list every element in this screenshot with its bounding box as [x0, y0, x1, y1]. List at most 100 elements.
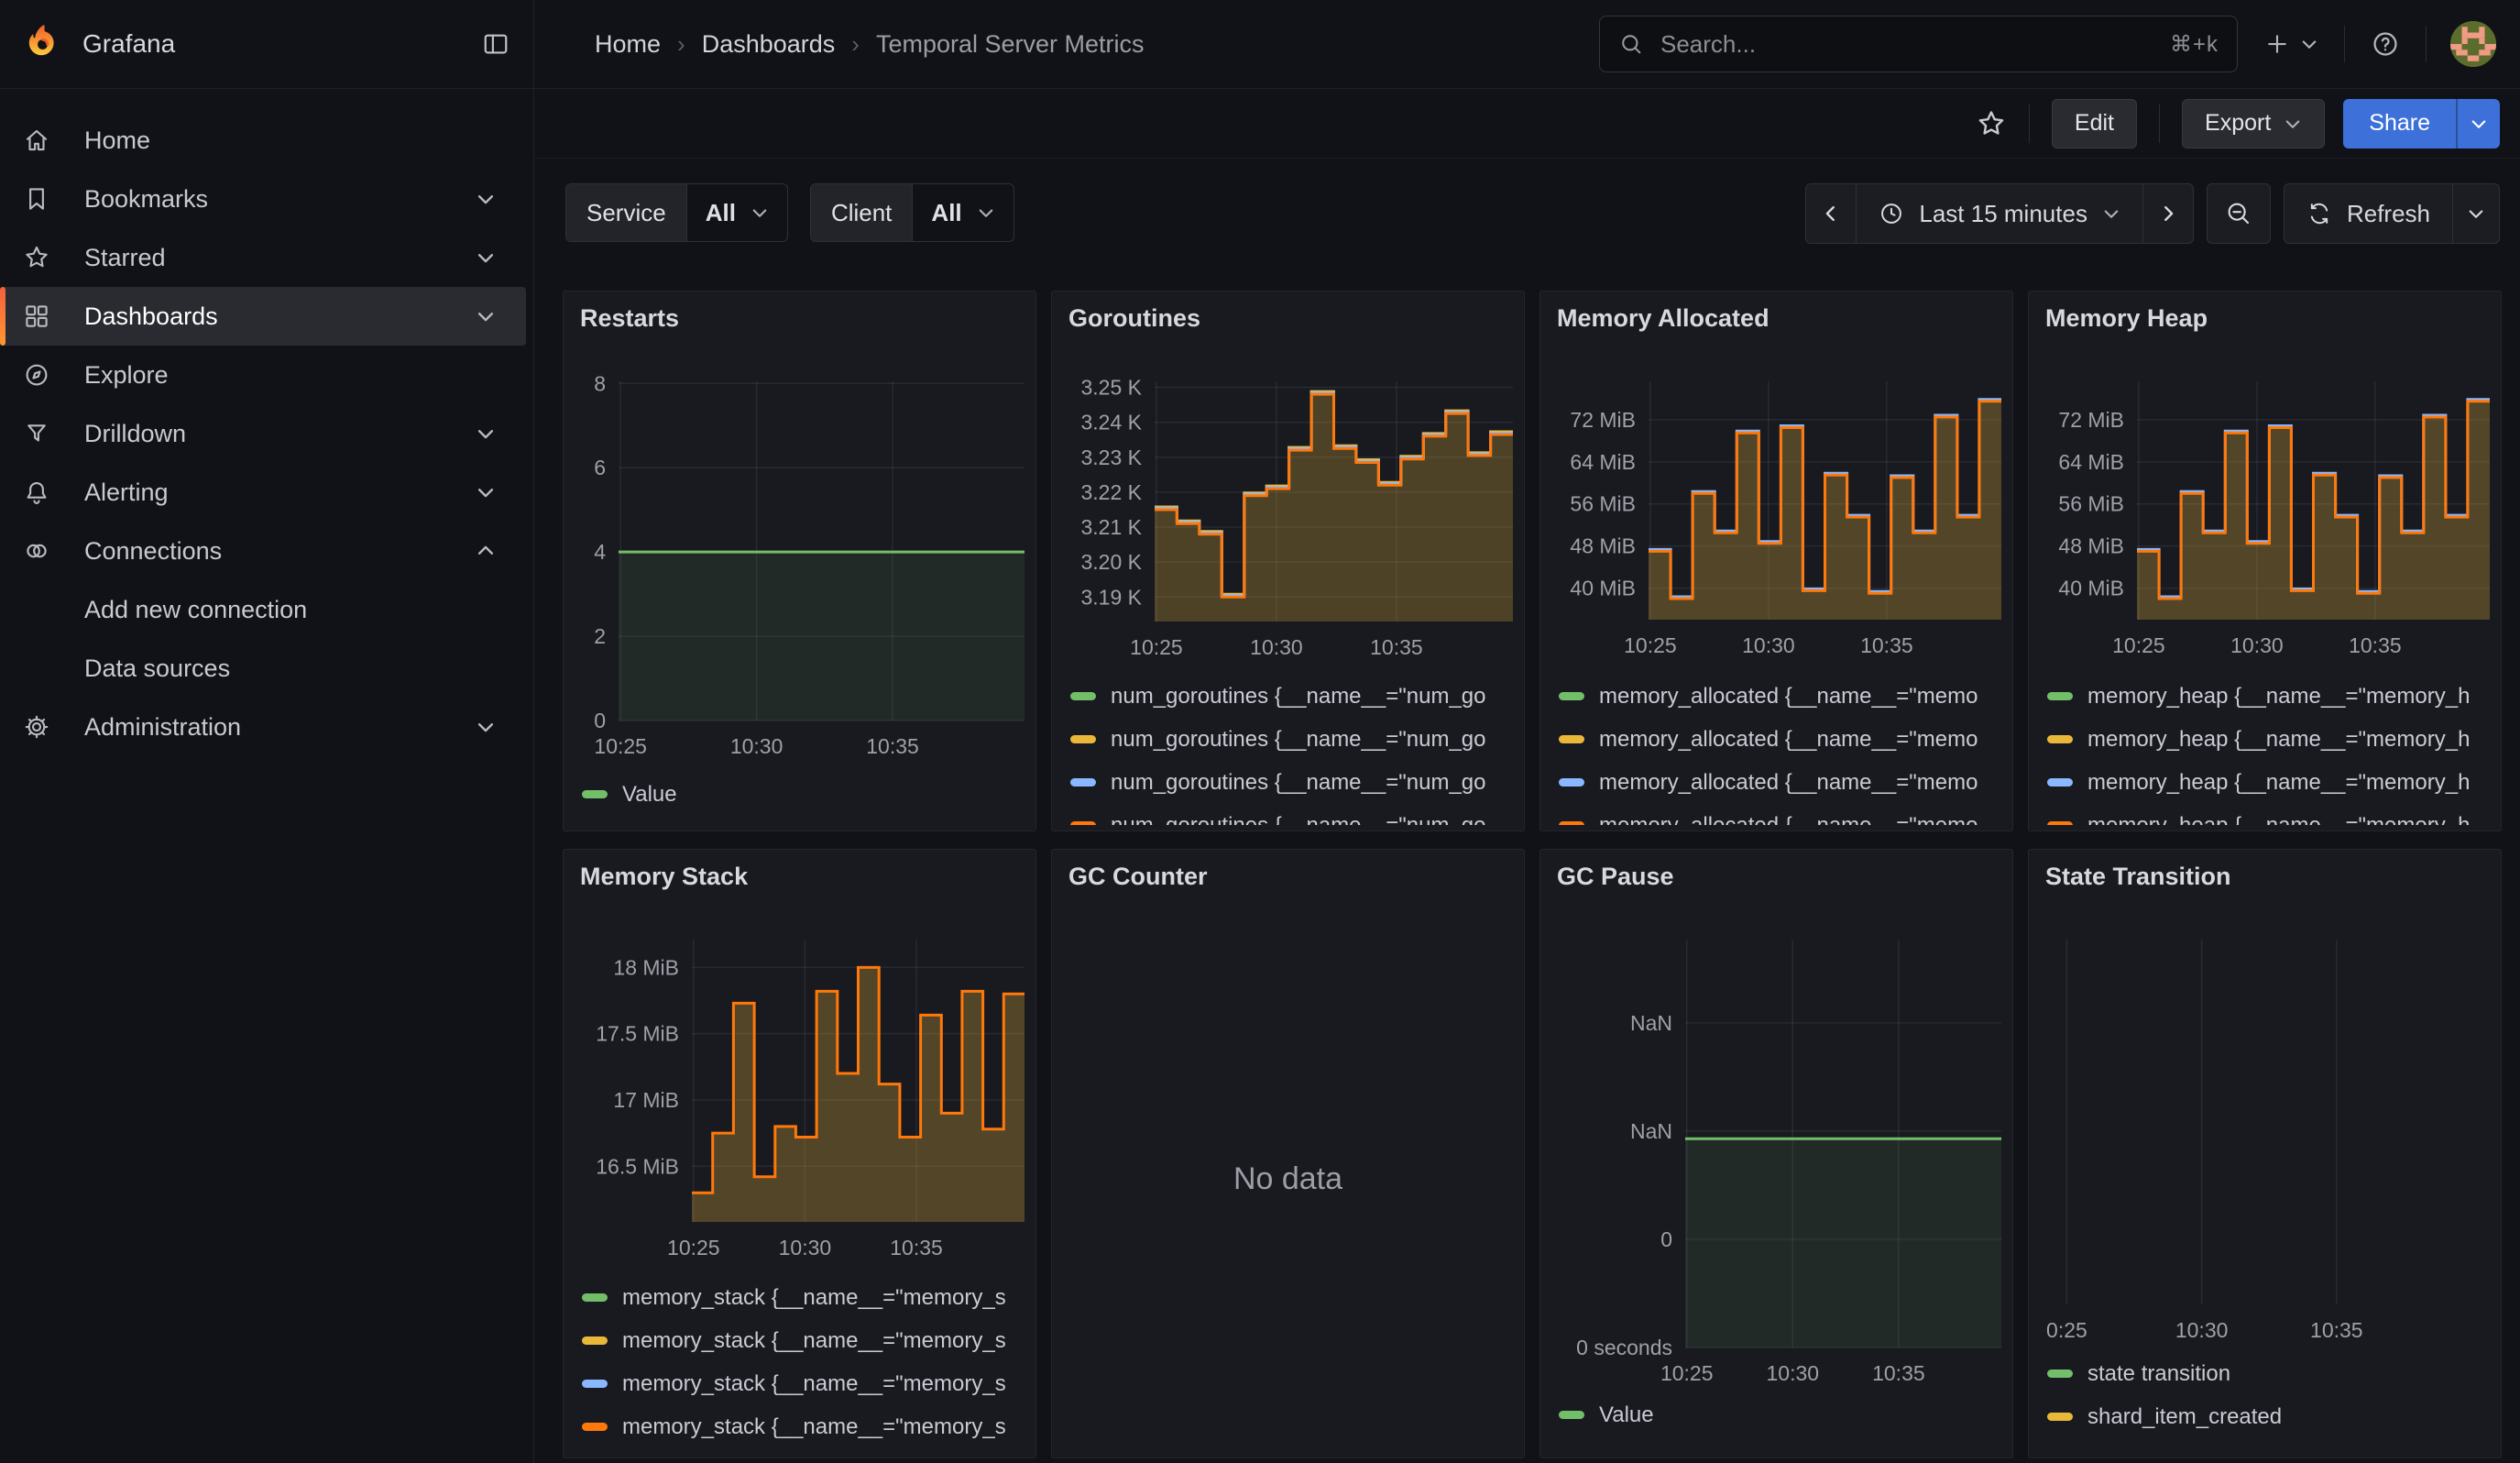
panel-title[interactable]: Memory Heap	[2045, 304, 2208, 333]
time-shift-forward-icon[interactable]	[2142, 184, 2193, 243]
sidebar-item-administration[interactable]: Administration	[0, 698, 526, 756]
legend-item[interactable]: memory_stack {__name__="memory_s	[582, 1362, 1030, 1405]
series-area	[619, 552, 1024, 720]
sidebar-item-data-sources[interactable]: Data sources	[0, 639, 533, 698]
dock-menu-icon[interactable]	[482, 30, 509, 58]
clock-icon	[1879, 201, 1904, 226]
export-button[interactable]: Export	[2182, 99, 2325, 148]
panel-gc-pause: GC Pause0 seconds0NaNNaN10:2510:3010:35V…	[1539, 849, 2013, 1458]
legend-label: memory_heap {__name__="memory_h	[2087, 770, 2470, 796]
sidebar-item-dashboards[interactable]: Dashboards	[0, 287, 526, 346]
legend-item[interactable]: num_goroutines {__name__="num_go	[1070, 804, 1518, 825]
sidebar-item-starred[interactable]: Starred	[0, 228, 526, 287]
sidebar-item-alerting[interactable]: Alerting	[0, 463, 526, 522]
legend-item[interactable]: memory_allocated {__name__="memo	[1559, 675, 2007, 718]
client-variable-value[interactable]: All	[912, 184, 1013, 241]
panel-title[interactable]: Goroutines	[1068, 304, 1200, 333]
legend-label: Value	[622, 782, 677, 808]
sidebar-item-label: Home	[84, 126, 150, 155]
legend-item[interactable]: num_goroutines {__name__="num_go	[1070, 718, 1518, 761]
chevron-down-icon[interactable]	[471, 189, 500, 209]
legend-item[interactable]: memory_allocated {__name__="memo	[1559, 761, 2007, 804]
legend-item[interactable]: memory_heap {__name__="memory_h	[2047, 675, 2495, 718]
share-menu-chevron-icon[interactable]	[2456, 99, 2500, 148]
time-shift-back-icon[interactable]	[1806, 184, 1856, 243]
sidebar-item-explore[interactable]: Explore	[0, 346, 526, 404]
export-button-label: Export	[2205, 110, 2271, 137]
legend-item[interactable]: memory_stack {__name__="memory_s	[582, 1405, 1030, 1448]
legend-item[interactable]: Value	[582, 773, 1030, 816]
chevron-down-icon[interactable]	[471, 482, 500, 502]
legend-label: memory_allocated {__name__="memo	[1599, 727, 1978, 753]
panel-title[interactable]: Memory Stack	[580, 863, 748, 891]
search-input[interactable]	[1659, 29, 2170, 60]
star-dashboard-icon[interactable]	[1976, 108, 2007, 139]
chart-canvas[interactable]: 0 seconds0NaNNaN10:2510:3010:35	[1540, 850, 2012, 1458]
chevron-down-icon	[977, 204, 995, 222]
refresh-button[interactable]: Refresh	[2284, 184, 2452, 243]
legend-item[interactable]: state transition	[2047, 1352, 2495, 1395]
legend-item[interactable]: memory_heap {__name__="memory_h	[2047, 804, 2495, 825]
chevron-down-icon[interactable]	[2300, 35, 2318, 53]
refresh-group: Refresh	[2284, 183, 2500, 244]
panel-title[interactable]: State Transition	[2045, 863, 2231, 891]
share-button[interactable]: Share	[2343, 99, 2500, 148]
chevron-down-icon[interactable]	[471, 248, 500, 268]
y-axis-tick-label: NaN	[1630, 1119, 1672, 1143]
sidebar-item-connections[interactable]: Connections	[0, 522, 526, 580]
legend-label: Value	[1599, 1402, 1654, 1428]
breadcrumb-home[interactable]: Home	[595, 30, 661, 59]
add-icon[interactable]	[2263, 30, 2291, 58]
chevron-down-icon	[2284, 115, 2302, 133]
service-variable-value[interactable]: All	[686, 184, 787, 241]
sidebar-item-bookmarks[interactable]: Bookmarks	[0, 170, 526, 228]
help-icon[interactable]	[2371, 29, 2400, 59]
refresh-interval-chevron-icon[interactable]	[2452, 184, 2499, 243]
legend-item[interactable]: shard_item_created	[2047, 1395, 2495, 1438]
legend-label: memory_heap {__name__="memory_h	[2087, 684, 2470, 710]
legend-item[interactable]: memory_heap {__name__="memory_h	[2047, 761, 2495, 804]
legend-item[interactable]: num_goroutines {__name__="num_go	[1070, 675, 1518, 718]
chevron-down-icon[interactable]	[471, 424, 500, 444]
sidebar-item-add-new-connection[interactable]: Add new connection	[0, 580, 533, 639]
chevron-down-icon[interactable]	[471, 717, 500, 737]
time-controls: Last 15 minutes Refresh	[1805, 183, 2500, 244]
sidebar-item-drilldown[interactable]: Drilldown	[0, 404, 526, 463]
time-range-group: Last 15 minutes	[1805, 183, 2194, 244]
avatar[interactable]	[2450, 21, 2496, 67]
chevron-down-icon[interactable]	[471, 306, 500, 326]
legend-item[interactable]: memory_allocated {__name__="memo	[1559, 804, 2007, 825]
panel-title[interactable]: GC Pause	[1557, 863, 1674, 891]
chart-canvas[interactable]: 0246810:2510:3010:35	[564, 292, 1035, 830]
legend-label: num_goroutines {__name__="num_go	[1111, 813, 1486, 826]
panel-memory-heap: Memory Heap40 MiB48 MiB56 MiB64 MiB72 Mi…	[2028, 291, 2502, 831]
chevron-up-icon[interactable]	[471, 541, 500, 561]
legend-item[interactable]: Value	[1559, 1393, 2007, 1436]
grafana-logo-icon[interactable]	[24, 23, 62, 65]
toolbar-divider	[2029, 104, 2030, 143]
panel-title[interactable]: GC Counter	[1068, 863, 1208, 891]
sidebar-item-home[interactable]: Home	[0, 111, 526, 170]
sidebar-child-label: Add new connection	[84, 596, 307, 624]
breadcrumb-dashboards[interactable]: Dashboards	[702, 30, 836, 59]
legend-item[interactable]: memory_stack {__name__="memory_s	[582, 1276, 1030, 1319]
legend-item[interactable]: memory_allocated {__name__="memo	[1559, 718, 2007, 761]
edit-button[interactable]: Edit	[2052, 99, 2137, 148]
search-box[interactable]: ⌘+k	[1599, 16, 2238, 72]
time-range-picker[interactable]: Last 15 minutes	[1856, 184, 2142, 243]
legend-item[interactable]: num_goroutines {__name__="num_go	[1070, 761, 1518, 804]
panel-title[interactable]: Restarts	[580, 304, 679, 333]
dashboard-toolbar: Edit Export Share	[534, 89, 2520, 159]
legend-item[interactable]: memory_heap {__name__="memory_h	[2047, 718, 2495, 761]
service-variable-label: Service	[566, 184, 686, 241]
zoom-out-icon[interactable]	[2208, 184, 2270, 243]
time-range-label: Last 15 minutes	[1919, 200, 2087, 228]
panel-memory-allocated: Memory Allocated40 MiB48 MiB56 MiB64 MiB…	[1539, 291, 2013, 831]
share-button-label[interactable]: Share	[2343, 99, 2456, 148]
client-variable-selected: All	[931, 199, 961, 227]
legend-item[interactable]: memory_stack {__name__="memory_s	[582, 1319, 1030, 1362]
x-axis-tick-label: 10:30	[730, 734, 783, 758]
y-axis-tick-label: 3.20 K	[1081, 550, 1143, 574]
panel-title[interactable]: Memory Allocated	[1557, 304, 1769, 333]
legend-swatch	[2047, 821, 2073, 825]
